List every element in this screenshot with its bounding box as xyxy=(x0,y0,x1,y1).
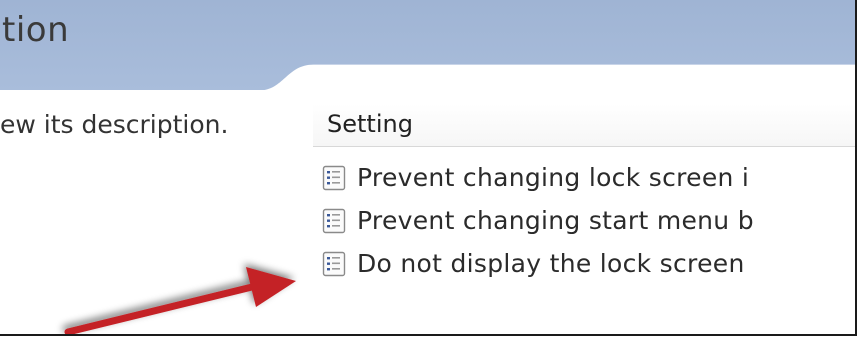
screenshot-frame: tion ew its description. Setting Prevent… xyxy=(0,0,857,336)
annotation-arrow-icon xyxy=(64,267,296,334)
